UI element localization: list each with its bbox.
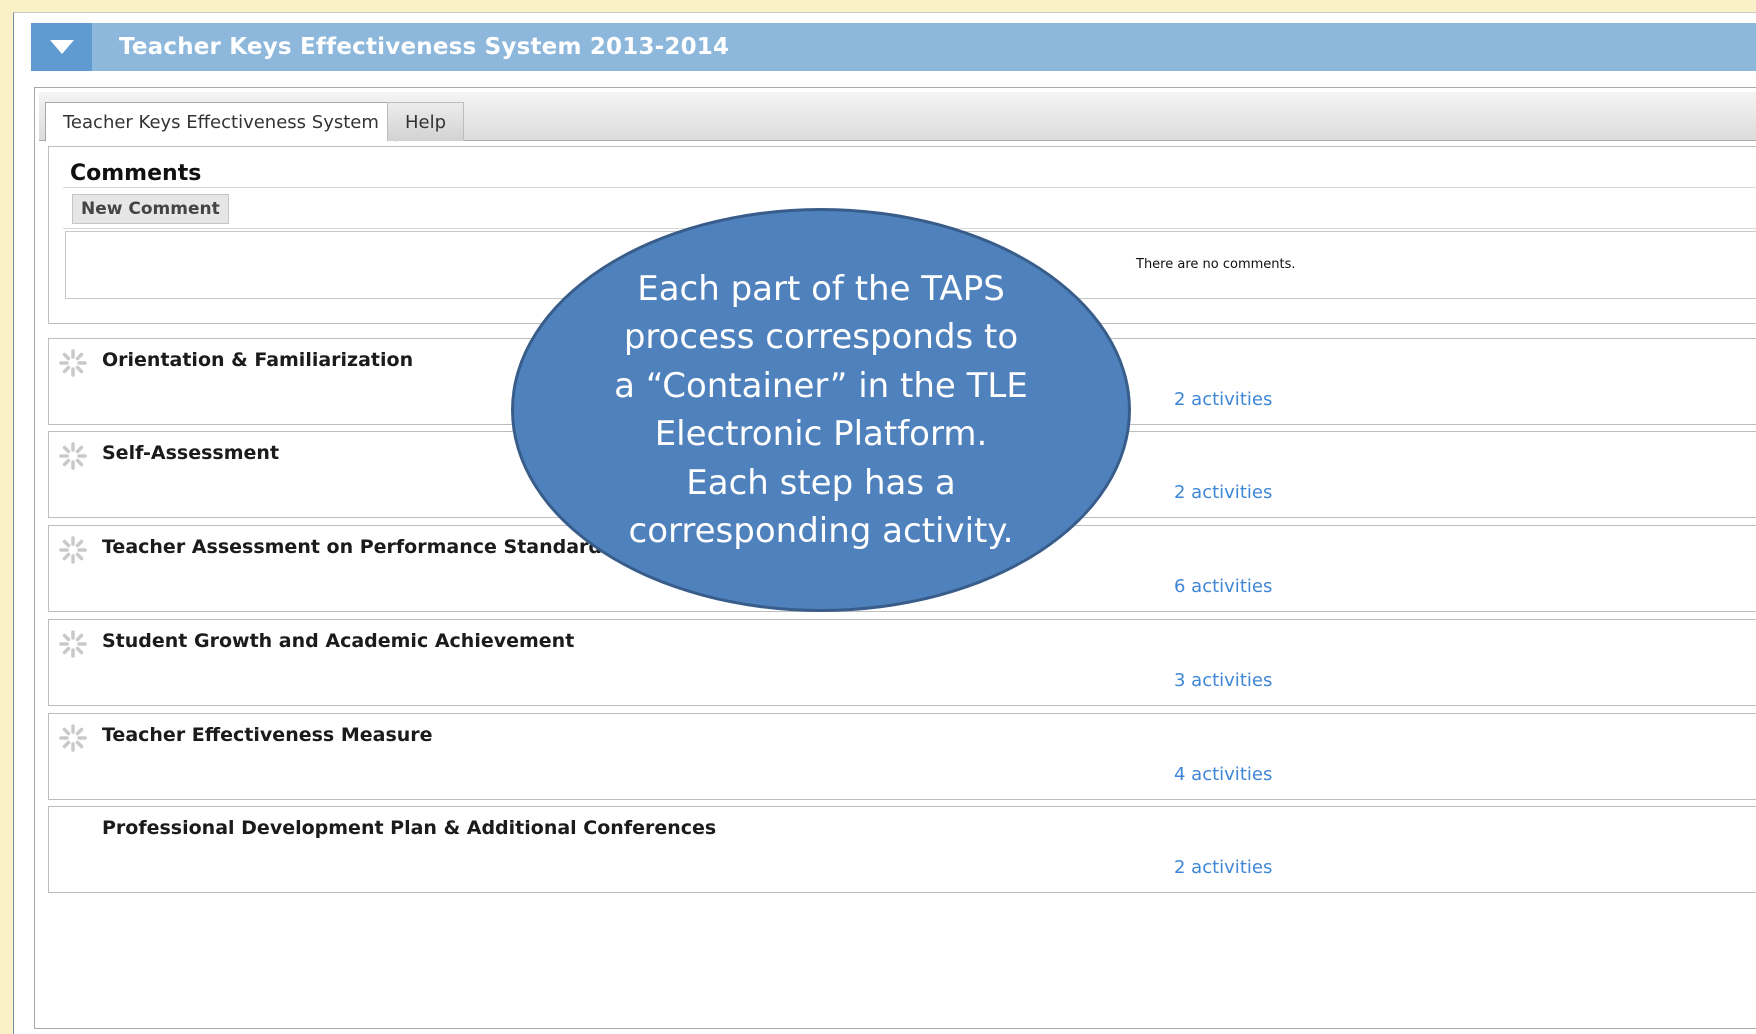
collapse-button[interactable]: [31, 23, 92, 71]
spinner-icon: [59, 442, 87, 470]
empty-comments-message: There are no comments.: [1136, 257, 1296, 272]
tab-bar: Teacher Keys Effectiveness System Help: [39, 92, 1756, 142]
callout-bubble: Each part of the TAPS process correspond…: [511, 208, 1131, 612]
container-name: Orientation & Familiarization: [102, 349, 414, 371]
activities-link[interactable]: 3 activities: [1174, 670, 1272, 691]
comments-title: Comments: [70, 161, 202, 186]
callout-line: process corresponds to: [623, 317, 1019, 357]
spinner-icon: [59, 724, 87, 752]
activities-link[interactable]: 2 activities: [1174, 389, 1272, 410]
spinner-icon: [59, 349, 87, 377]
callout-line: corresponding activity.: [628, 511, 1014, 551]
container-row[interactable]: Student Growth and Academic Achievement …: [48, 619, 1756, 706]
new-comment-button[interactable]: New Comment: [72, 194, 229, 224]
callout-text: Each part of the TAPS process correspond…: [596, 265, 1046, 556]
activities-link[interactable]: 6 activities: [1174, 576, 1272, 597]
container-name: Teacher Assessment on Performance Standa…: [102, 536, 614, 558]
container-name: Self-Assessment: [102, 442, 280, 464]
tab-help[interactable]: Help: [387, 102, 465, 141]
container-name: Professional Development Plan & Addition…: [102, 817, 717, 839]
container-row[interactable]: Teacher Effectiveness Measure 4 activiti…: [48, 713, 1756, 800]
activities-link[interactable]: 2 activities: [1174, 482, 1272, 503]
callout-line: Each step has a: [686, 462, 956, 503]
triangle-down-icon: [49, 40, 74, 54]
section-title: Teacher Keys Effectiveness System 2013-2…: [119, 34, 730, 60]
container-name: Teacher Effectiveness Measure: [102, 724, 433, 746]
spinner-icon: [59, 536, 87, 564]
callout-line: a “Container” in the TLE: [614, 365, 1028, 406]
section-header: Teacher Keys Effectiveness System 2013-2…: [31, 23, 1756, 71]
container-name: Student Growth and Academic Achievement: [102, 630, 575, 652]
callout-line: Each part of the TAPS: [637, 268, 1005, 309]
activities-link[interactable]: 2 activities: [1174, 857, 1272, 878]
container-row[interactable]: Professional Development Plan & Addition…: [48, 806, 1756, 893]
callout-line: Electronic Platform.: [654, 414, 988, 454]
spinner-icon: [59, 630, 87, 658]
activities-link[interactable]: 4 activities: [1174, 764, 1272, 785]
tab-teacher-keys[interactable]: Teacher Keys Effectiveness System: [45, 102, 397, 142]
